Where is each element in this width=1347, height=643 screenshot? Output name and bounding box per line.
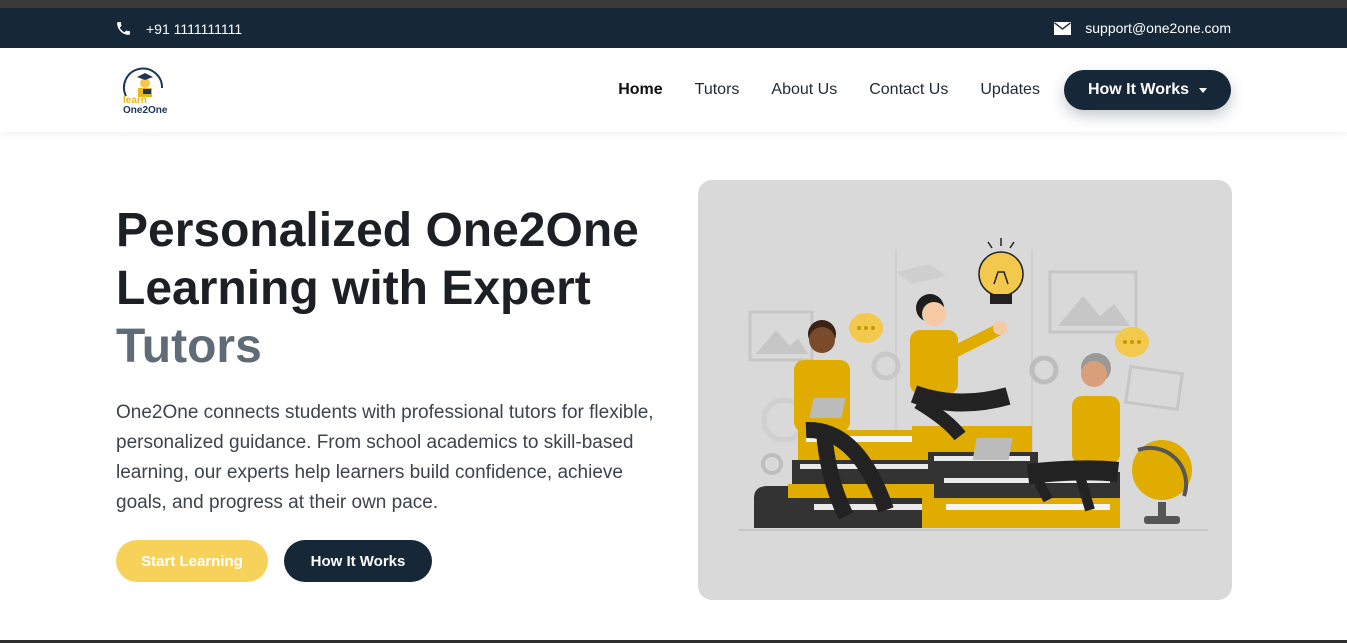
hero-illustration bbox=[698, 180, 1232, 600]
nav-tutors[interactable]: Tutors bbox=[695, 81, 740, 99]
hero-description: One2One connects students with professio… bbox=[116, 402, 654, 513]
nav-contact-us[interactable]: Contact Us bbox=[869, 81, 948, 99]
students-studying-illustration bbox=[738, 238, 1208, 531]
hero-title-line1: Personalized One2One bbox=[116, 204, 639, 257]
hero-title-accent: Tutors bbox=[116, 320, 262, 373]
start-learning-button[interactable]: Start Learning bbox=[116, 540, 268, 582]
phone-contact[interactable]: +91 1111111111 bbox=[115, 20, 242, 37]
phone-icon bbox=[115, 20, 132, 37]
browser-top-strip bbox=[0, 0, 1347, 8]
site-logo[interactable]: learn One2One bbox=[118, 66, 174, 118]
hero-title: Personalized One2One Learning with Exper… bbox=[116, 202, 676, 376]
nav-menu: Home Tutors About Us Contact Us Updates … bbox=[586, 70, 1231, 110]
phone-number: +91 1111111111 bbox=[146, 20, 243, 37]
top-contact-bar: +91 1111111111 support@one2one.com bbox=[0, 8, 1347, 48]
hero-title-line2: Learning with Expert bbox=[116, 262, 591, 315]
caret-down-icon bbox=[1199, 87, 1207, 93]
main-navbar: learn One2One Home Tutors About Us Conta… bbox=[0, 48, 1347, 132]
how-it-works-dropdown[interactable]: How It Works bbox=[1063, 70, 1231, 110]
nav-home[interactable]: Home bbox=[618, 81, 662, 99]
email-contact[interactable]: support@one2one.com bbox=[1054, 20, 1231, 36]
how-it-works-button[interactable]: How It Works bbox=[284, 540, 432, 582]
nav-updates[interactable]: Updates bbox=[980, 81, 1040, 99]
nav-about-us[interactable]: About Us bbox=[771, 81, 837, 99]
mail-icon bbox=[1054, 21, 1072, 35]
dropdown-label: How It Works bbox=[1087, 81, 1189, 98]
email-address: support@one2one.com bbox=[1085, 20, 1231, 36]
logo-text-brand: One2One bbox=[123, 105, 168, 116]
